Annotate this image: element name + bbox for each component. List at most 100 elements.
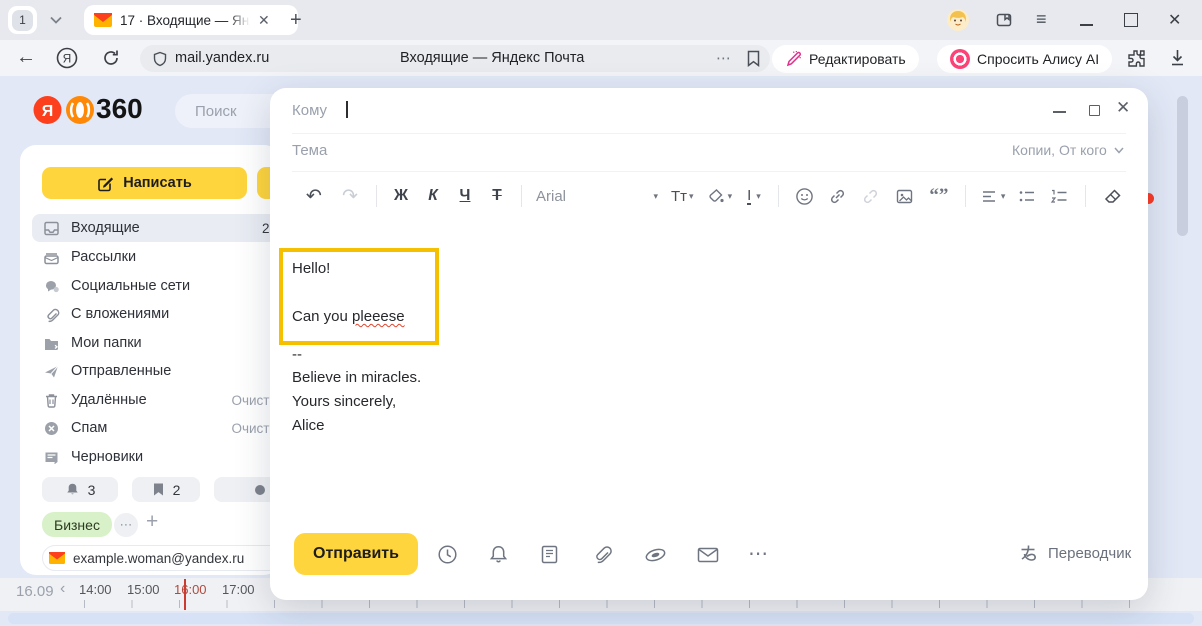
notification-dot [1148, 193, 1154, 204]
tab-group-chevron-icon[interactable] [48, 12, 64, 28]
sidebar-item-trash[interactable]: Удалённые Очисти [32, 386, 281, 414]
highlight-color-button[interactable]: ▾ [701, 188, 740, 205]
clear-formatting-button[interactable] [1096, 188, 1128, 205]
schedule-send-button[interactable] [437, 544, 458, 565]
signature-line[interactable]: Alice [292, 417, 325, 434]
italic-button[interactable]: К [417, 187, 449, 205]
compose-close-button[interactable]: ✕ [1116, 98, 1130, 118]
undo-icon[interactable]: ↶ [296, 185, 332, 208]
bookmark-icon[interactable] [746, 50, 761, 67]
sidebar-item-sent[interactable]: Отправленные [32, 357, 281, 385]
tag-more-button[interactable]: ⋯ [114, 513, 138, 537]
back-button[interactable]: ← [16, 46, 36, 69]
compose-pencil-icon [97, 175, 114, 192]
sidebar-item-social[interactable]: Социальные сети [32, 272, 281, 300]
edit-button[interactable]: Редактировать [772, 45, 919, 73]
shield-icon[interactable] [152, 51, 168, 67]
inbox-icon [43, 220, 60, 237]
social-icon [43, 278, 60, 295]
tag-add-button[interactable]: + [146, 510, 158, 534]
timeline-scrollbar[interactable] [8, 613, 1194, 624]
cc-from-toggle[interactable]: Копии, От кого [1012, 142, 1125, 158]
emoji-button[interactable] [788, 187, 821, 206]
insert-link-button[interactable] [821, 187, 854, 206]
tab-close-icon[interactable]: ✕ [258, 12, 270, 29]
window-minimize-button[interactable] [1080, 24, 1093, 26]
timeline-prev-icon[interactable]: ‹ [60, 580, 65, 598]
bell-icon [488, 544, 509, 565]
account-chip[interactable]: example.woman@yandex.ru [42, 545, 290, 571]
body-line-1[interactable]: Hello! [292, 260, 330, 277]
tag-business[interactable]: Бизнес [42, 512, 112, 537]
translator-button[interactable]: Переводчик [1018, 543, 1131, 563]
profile-avatar[interactable] [946, 8, 970, 32]
disk-icon [644, 546, 667, 564]
sidebar-item-my-folders[interactable]: Мои папки [32, 329, 281, 357]
divider [965, 185, 966, 207]
sidebar-item-drafts[interactable]: Черновики [32, 443, 281, 471]
tab-group-button[interactable]: 1 [8, 6, 37, 34]
yandex-browser-logo-icon[interactable]: Я [55, 46, 79, 70]
window-close-button[interactable]: ✕ [1168, 10, 1181, 30]
text-color-button[interactable]: I ▾ [739, 188, 769, 205]
yandex-disk-button[interactable] [644, 546, 667, 564]
sidebar-item-spam[interactable]: Спам Очисти [32, 414, 281, 442]
broken-link-icon [861, 187, 880, 206]
downloads-icon[interactable] [1168, 48, 1187, 67]
page-scrollbar-thumb[interactable] [1177, 96, 1188, 236]
numbered-list-button[interactable] [1043, 189, 1075, 204]
trash-icon [43, 392, 60, 409]
extensions-puzzle-icon[interactable] [1126, 48, 1147, 69]
sidebar-item-attachments[interactable]: С вложениями [32, 300, 281, 328]
signature-line[interactable]: Yours sincerely, [292, 393, 396, 410]
divider [292, 171, 1126, 172]
browser-tab[interactable]: 17 · Входящие — Янде ✕ [84, 5, 298, 35]
url-text[interactable]: mail.yandex.ru [175, 50, 269, 66]
underline-button[interactable]: Ч [449, 187, 481, 205]
redo-icon[interactable]: ↷ [332, 185, 368, 208]
signature-line[interactable]: Believe in miracles. [292, 369, 421, 386]
browser-menu-icon[interactable]: ≡ [1036, 9, 1047, 30]
signature-separator[interactable]: -- [292, 346, 302, 363]
new-tab-button[interactable]: + [290, 9, 302, 32]
compose-button[interactable]: Написать [42, 167, 247, 199]
tab-title: 17 · Входящие — Янде [120, 13, 250, 28]
more-options-button[interactable]: ⋯ [748, 541, 770, 566]
logo-360-text: 360 [96, 93, 143, 125]
window-maximize-button[interactable] [1124, 13, 1138, 27]
link-icon [828, 187, 847, 206]
to-field[interactable] [270, 88, 1148, 133]
reminders-pill[interactable]: 3 [42, 477, 118, 502]
timeline-time-current: 16:00 [174, 582, 207, 597]
notify-button[interactable] [488, 544, 509, 565]
bold-button[interactable]: Ж [385, 187, 417, 205]
send-button[interactable]: Отправить [294, 533, 418, 575]
paperclip-icon [592, 544, 613, 565]
remove-link-button[interactable] [854, 187, 887, 206]
align-button[interactable]: ▾ [975, 189, 1012, 204]
compose-restore-button[interactable] [1089, 105, 1100, 116]
template-button[interactable] [540, 544, 559, 565]
refresh-icon[interactable] [100, 47, 122, 69]
body-line-2[interactable]: Can you pleeese [292, 308, 405, 325]
ask-alice-button[interactable]: Спросить Алису AI [937, 45, 1112, 73]
address-more-icon[interactable]: ⋯ [716, 49, 731, 67]
quote-button[interactable]: “” [922, 185, 956, 207]
font-size-select[interactable]: Tт ▾ [664, 188, 701, 205]
attach-from-mail-button[interactable] [697, 547, 719, 563]
misspelled-word: pleeese [352, 308, 405, 325]
font-family-select[interactable]: Arial ▾ [530, 188, 664, 205]
bullet-list-button[interactable] [1011, 189, 1043, 204]
bookmarks-pill[interactable]: 2 [132, 477, 200, 502]
sidebar-item-inbox[interactable]: Входящие 25 [32, 214, 281, 242]
alice-icon [950, 49, 970, 69]
sidebar-item-newsletters[interactable]: Рассылки [32, 243, 281, 271]
divider [376, 185, 377, 207]
strikethrough-button[interactable]: Т [481, 187, 513, 205]
attach-file-button[interactable] [592, 544, 613, 565]
compose-minimize-button[interactable] [1053, 111, 1066, 113]
side-panel-icon[interactable] [995, 11, 1013, 29]
numbered-list-icon [1050, 189, 1068, 204]
divider [778, 185, 779, 207]
insert-image-button[interactable] [887, 187, 922, 206]
